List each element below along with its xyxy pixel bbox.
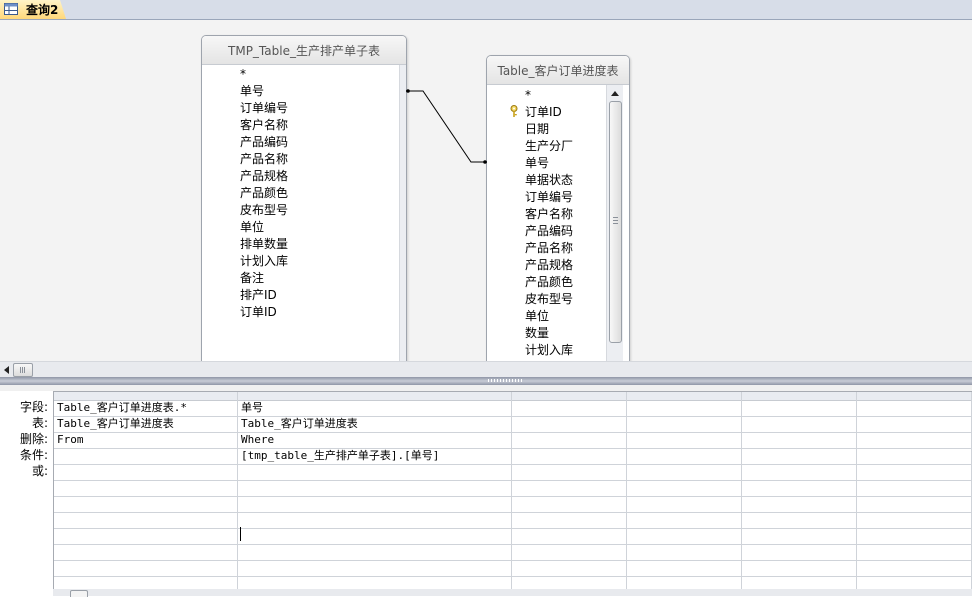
grid-column-line xyxy=(511,392,512,589)
grid-cell-criteria[interactable]: [tmp_table_生产排产单子表].[单号] xyxy=(241,448,439,464)
join-line[interactable] xyxy=(0,20,972,361)
grid-horizontal-scrollbar[interactable] xyxy=(53,589,972,597)
scroll-grip-icon xyxy=(20,367,26,373)
row-label-or: 或: xyxy=(31,464,48,478)
grid-row-line xyxy=(54,560,972,561)
grid-row-line xyxy=(54,464,972,465)
grid-row-line xyxy=(54,512,972,513)
grid-row-line xyxy=(54,448,972,449)
grid-cell-field[interactable]: Table_客户订单进度表.* xyxy=(57,400,187,416)
design-grid[interactable]: Table_客户订单进度表.* Table_客户订单进度表 From 单号 Ta… xyxy=(53,391,972,589)
row-label-delete: 删除: xyxy=(19,432,48,446)
row-label-criteria: 条件: xyxy=(19,448,48,462)
grid-column-line xyxy=(626,392,627,589)
grid-row-line xyxy=(54,576,972,577)
grid-cell-delete[interactable]: Where xyxy=(241,432,274,448)
query-design-grid-pane: 字段: 表: 删除: 条件: 或: Table_客户订单进度表.* Table_… xyxy=(0,385,972,596)
scrollbar-thumb[interactable] xyxy=(13,363,33,377)
column-selector[interactable] xyxy=(627,392,741,401)
grid-row-line xyxy=(54,416,972,417)
column-selector[interactable] xyxy=(512,392,626,401)
tab-label: 查询2 xyxy=(26,3,59,17)
grid-row-line xyxy=(54,496,972,497)
grid-row-line xyxy=(54,432,972,433)
query-icon xyxy=(4,3,18,15)
column-selector[interactable] xyxy=(742,392,856,401)
text-cursor xyxy=(240,527,241,541)
column-selector[interactable] xyxy=(238,392,511,401)
grid-column-line xyxy=(741,392,742,589)
row-label-field: 字段: xyxy=(19,400,48,414)
row-label-table: 表: xyxy=(31,416,48,430)
grid-row-line xyxy=(54,528,972,529)
grid-cell-delete[interactable]: From xyxy=(57,432,84,448)
grid-cell-table[interactable]: Table_客户订单进度表 xyxy=(57,416,174,432)
query-design-pane[interactable]: TMP_Table_生产排产单子表 * 单号 订单编号 客户名称 产品编码 产品… xyxy=(0,20,972,361)
grid-cell-field[interactable]: 单号 xyxy=(241,400,263,416)
grid-column-line xyxy=(856,392,857,589)
grid-cell-table[interactable]: Table_客户订单进度表 xyxy=(241,416,358,432)
document-tab-bar: 查询2 xyxy=(0,0,972,20)
grid-column-line xyxy=(237,392,238,589)
pane-splitter[interactable] xyxy=(0,377,972,385)
design-pane-horizontal-scrollbar[interactable] xyxy=(0,361,972,378)
splitter-grip-icon xyxy=(488,379,522,382)
grid-row-line xyxy=(54,480,972,481)
tab-query2[interactable]: 查询2 xyxy=(0,0,66,19)
grid-row-line xyxy=(54,544,972,545)
scroll-left-arrow-icon[interactable] xyxy=(2,362,12,378)
column-selector[interactable] xyxy=(857,392,972,401)
